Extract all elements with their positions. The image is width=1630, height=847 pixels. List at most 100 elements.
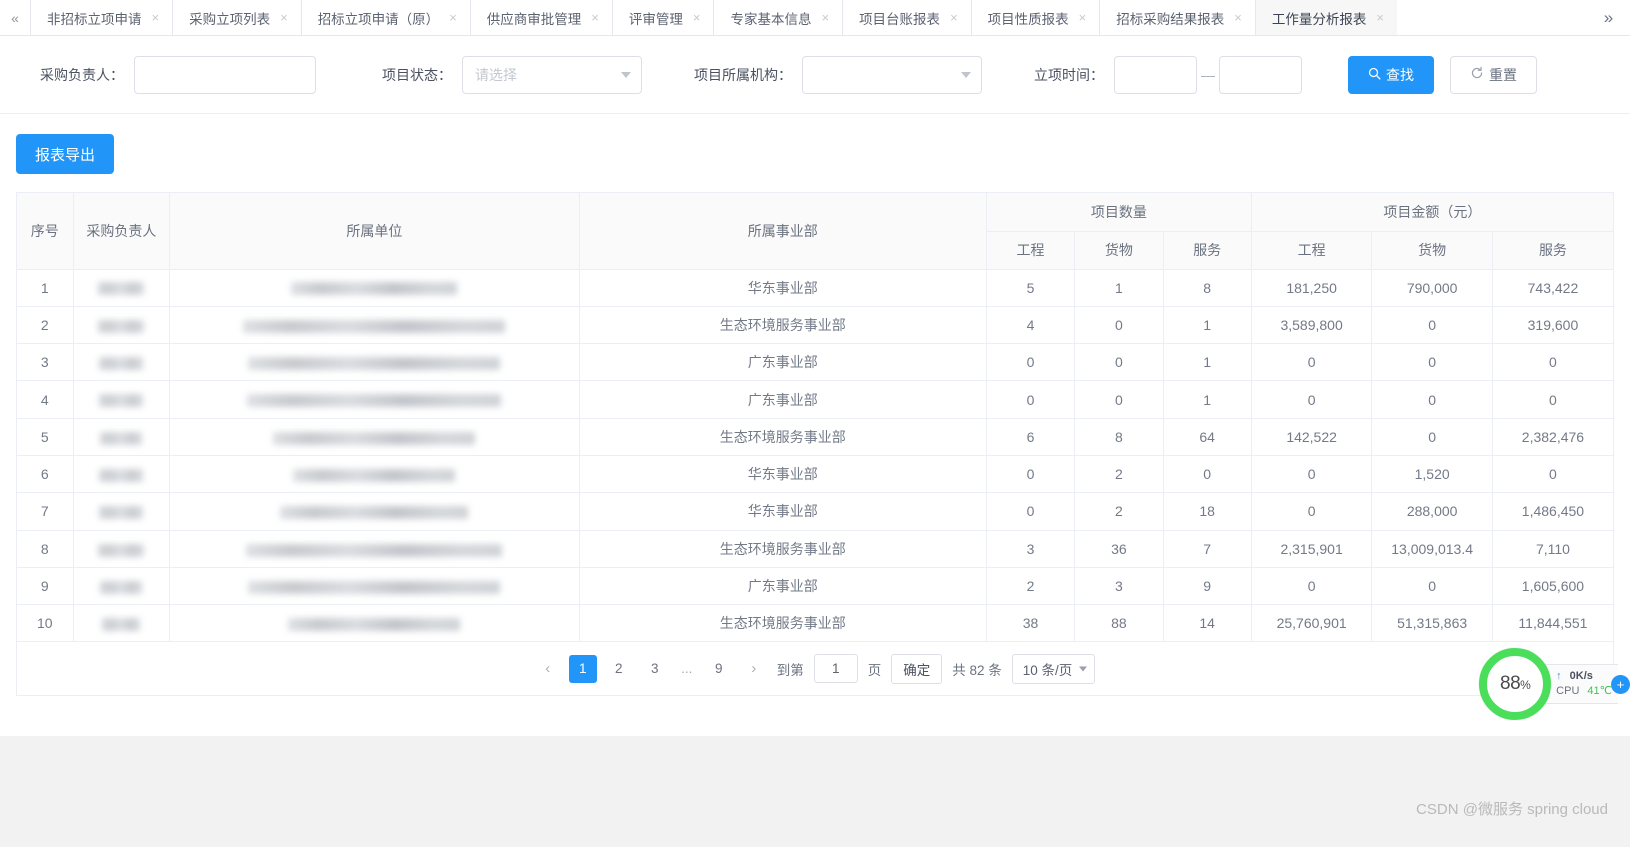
cell-unit-redacted [170,530,579,567]
tab-zhao-biao-li-xiang-shen-qing-yuan[interactable]: 招标立项申请（原） × [301,0,470,35]
main-content: 采购负责人： 项目状态： 项目所属机构： 立项时间： [0,36,1630,736]
date-start-input[interactable] [1114,56,1197,94]
more-tabs-icon[interactable]: » [1586,0,1630,35]
tab-label: 工作量分析报表 [1272,8,1367,28]
page-size-select[interactable]: 10 条/页 [1012,654,1096,684]
tab-xiang-mu-xing-zhi-bao-biao[interactable]: 项目性质报表 × [971,0,1100,35]
date-end-input[interactable] [1219,56,1302,94]
cell-amount-goods: 0 [1372,306,1493,343]
cell-unit-redacted [170,418,579,455]
cell-index: 3 [17,344,73,381]
cell-owner-redacted [73,269,170,306]
table-row[interactable]: 9 广东事业部 2 3 9 0 0 1,605,600 [17,567,1613,604]
cell-count-service: 0 [1163,455,1251,492]
header-group-amount: 项目金额（元） [1251,193,1613,231]
search-button[interactable]: 查找 [1348,56,1434,94]
cell-count-engineering: 6 [986,418,1074,455]
cell-count-service: 9 [1163,567,1251,604]
next-page-icon[interactable]: › [741,655,767,683]
cell-count-goods: 2 [1075,455,1163,492]
redacted-text [99,394,143,407]
tab-label: 招标立项申请（原） [318,8,440,28]
table-row[interactable]: 4 广东事业部 0 0 1 0 0 0 [17,381,1613,418]
cell-amount-engineering: 0 [1251,455,1372,492]
cell-amount-service: 0 [1492,381,1613,418]
header-index: 序号 [17,193,73,269]
page-number-1[interactable]: 1 [569,655,597,683]
tab-ping-shen-guan-li[interactable]: 评审管理 × [612,0,714,35]
table-row[interactable]: 6 华东事业部 0 2 0 0 1,520 0 [17,455,1613,492]
cell-count-service: 64 [1163,418,1251,455]
tab-cai-gou-li-xiang-lie-biao[interactable]: 采购立项列表 × [172,0,301,35]
tab-fei-zhao-biao-li-xiang-shen-qing[interactable]: 非招标立项申请 × [30,0,172,35]
close-icon[interactable]: × [950,11,958,24]
cell-owner-redacted [73,344,170,381]
page-ellipsis[interactable]: ... [677,661,697,676]
cell-count-service: 1 [1163,381,1251,418]
table-row[interactable]: 1 华东事业部 5 1 8 181,250 790,000 743,422 [17,269,1613,306]
jump-page-input[interactable] [814,654,858,683]
project-status-select-wrap [462,56,642,94]
refresh-icon [1470,66,1484,83]
tab-gong-zuo-liang-fen-xi-bao-biao[interactable]: 工作量分析报表 × [1255,0,1397,35]
cell-count-goods: 0 [1075,344,1163,381]
cell-owner-redacted [73,567,170,604]
close-icon[interactable]: × [1376,11,1384,24]
cell-division: 华东事业部 [579,493,986,530]
page-number-3[interactable]: 3 [641,655,669,683]
jump-confirm-button[interactable]: 确定 [891,654,942,684]
close-icon[interactable]: × [152,11,160,24]
tab-label: 专家基本信息 [730,8,811,28]
tab-zhuan-jia-ji-ben-xin-xi[interactable]: 专家基本信息 × [713,0,842,35]
expand-monitor-icon[interactable]: + [1611,675,1630,694]
table-row[interactable]: 7 华东事业部 0 2 18 0 288,000 1,486,450 [17,493,1613,530]
close-icon[interactable]: × [693,11,701,24]
project-status-select[interactable] [462,56,642,94]
table-row[interactable]: 8 生态环境服务事业部 3 36 7 2,315,901 13,009,013.… [17,530,1613,567]
table-row[interactable]: 3 广东事业部 0 0 1 0 0 0 [17,344,1613,381]
cell-unit-redacted [170,455,579,492]
cell-amount-engineering: 25,760,901 [1251,605,1372,642]
close-icon[interactable]: × [591,11,599,24]
cell-amount-service: 7,110 [1492,530,1613,567]
close-icon[interactable]: × [449,11,457,24]
cell-amount-engineering: 142,522 [1251,418,1372,455]
close-icon[interactable]: × [1234,11,1242,24]
table-row[interactable]: 2 生态环境服务事业部 4 0 1 3,589,800 0 319,600 [17,306,1613,343]
redacted-text [248,357,500,370]
project-org-select[interactable] [802,56,982,94]
page-number-last[interactable]: 9 [705,655,733,683]
filter-date-label: 立项时间： [1034,65,1104,85]
tab-label: 项目性质报表 [988,8,1069,28]
tab-label: 项目台账报表 [859,8,940,28]
cell-amount-engineering: 0 [1251,344,1372,381]
prev-page-icon[interactable]: ‹ [535,655,561,683]
table-row[interactable]: 5 生态环境服务事业部 6 8 64 142,522 0 2,382,476 [17,418,1613,455]
page-outer-padding [0,736,1630,847]
search-button-label: 查找 [1386,65,1414,85]
cell-index: 1 [17,269,73,306]
filter-status-label: 项目状态： [382,65,452,85]
close-icon[interactable]: × [280,11,288,24]
reset-button[interactable]: 重置 [1450,56,1537,94]
redacted-text [99,506,143,519]
tab-zhao-biao-cai-gou-jie-guo-bao-biao[interactable]: 招标采购结果报表 × [1099,0,1255,35]
cell-count-engineering: 0 [986,381,1074,418]
cell-amount-goods: 0 [1372,344,1493,381]
redacted-text [273,432,475,445]
collapse-tabs-icon[interactable]: « [0,0,30,35]
tab-xiang-mu-tai-zhang-bao-biao[interactable]: 项目台账报表 × [842,0,971,35]
cpu-temp-value: 41℃ [1587,684,1612,699]
redacted-text [102,618,140,631]
cpu-usage-ring[interactable]: 88% [1479,648,1551,720]
system-monitor-widget[interactable]: 88% ↑ 0K/s CPU 41℃ + [1479,648,1630,720]
cell-count-service: 1 [1163,306,1251,343]
cell-index: 4 [17,381,73,418]
export-report-button[interactable]: 报表导出 [16,134,114,174]
table-row[interactable]: 10 生态环境服务事业部 38 88 14 25,760,901 51,315,… [17,605,1613,642]
close-icon[interactable]: × [821,11,829,24]
purchase-owner-input[interactable] [134,56,316,94]
close-icon[interactable]: × [1079,11,1087,24]
page-number-2[interactable]: 2 [605,655,633,683]
tab-gong-ying-shang-shen-pi-guan-li[interactable]: 供应商审批管理 × [470,0,612,35]
